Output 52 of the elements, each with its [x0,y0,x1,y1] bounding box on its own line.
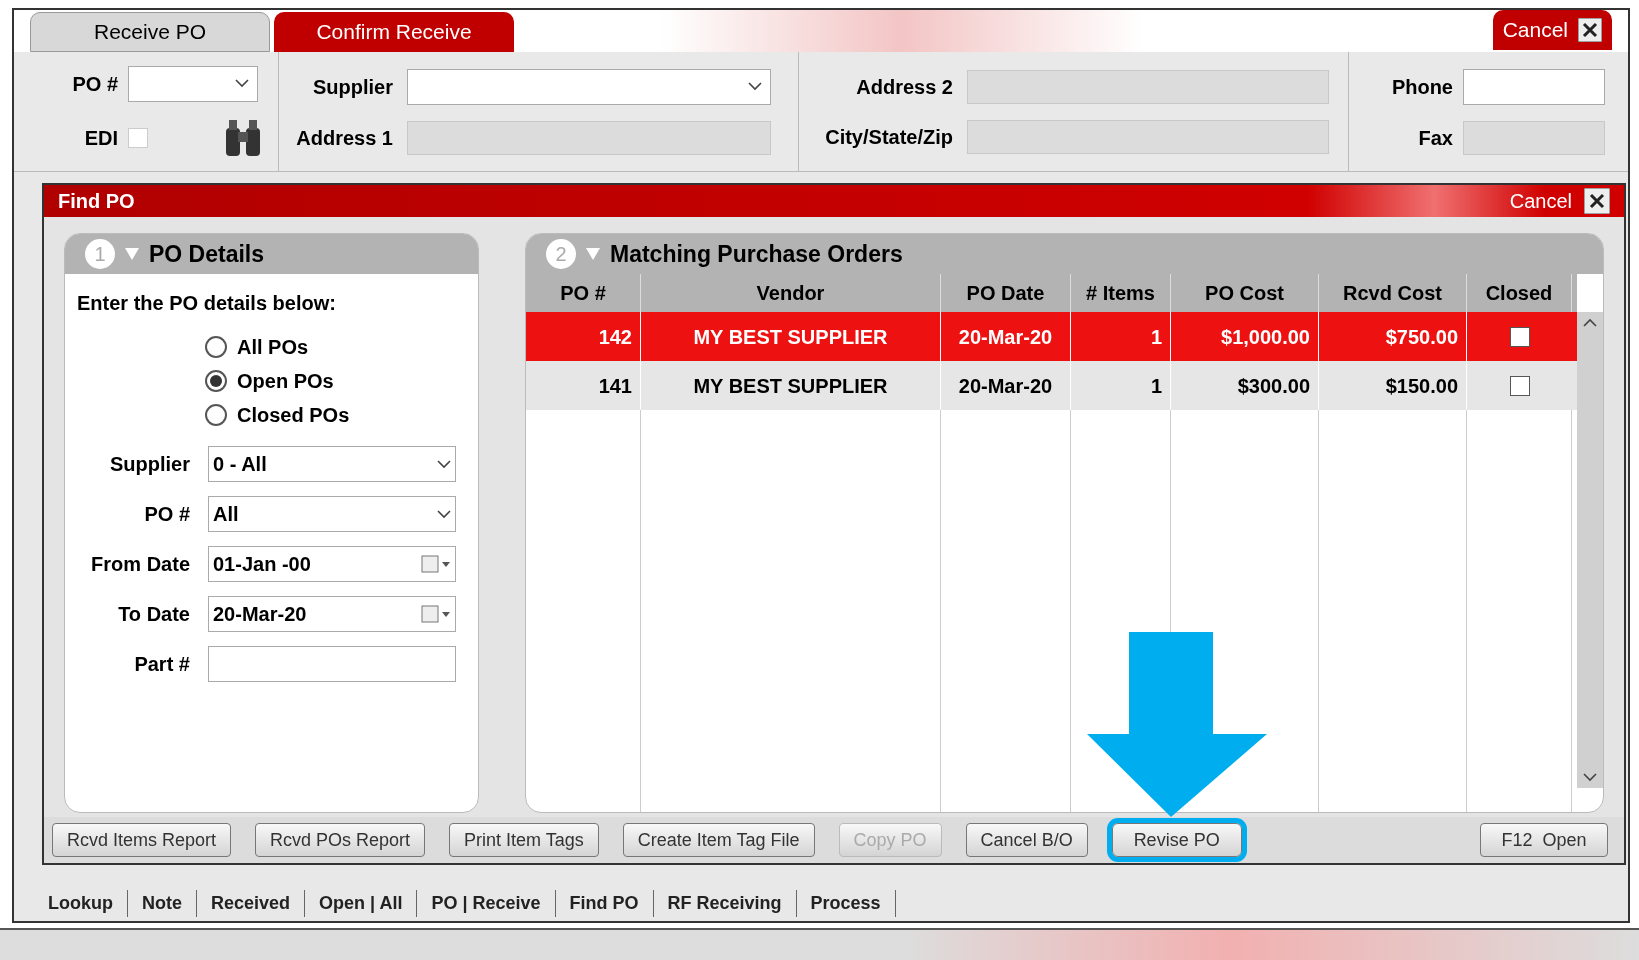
panel-title: Matching Purchase Orders [610,239,903,269]
toolbar-button[interactable]: Rcvd Items Report [52,823,232,858]
field-label: To Date [117,602,190,628]
step-number: 2 [546,239,576,270]
table-cell: $150.00 [1319,361,1467,411]
field-label: Address 1 [295,125,393,151]
dropdown[interactable]: 0 - All [208,446,456,483]
toolbar-button[interactable]: Create Item Tag File [622,823,815,858]
field-label: From Date [90,552,190,578]
table-cell: MY BEST SUPPLIER [641,361,941,411]
table-cell: 141 [526,361,641,411]
instructions: Enter the PO details below: [76,291,337,317]
toolbar-button[interactable]: Cancel B/O [965,823,1088,858]
table-cell: 20-Mar-20 [941,361,1071,411]
background-tab[interactable]: Lookup [34,890,128,917]
toolbar-button[interactable]: Rcvd POs Report [255,823,426,858]
table-cell: $300.00 [1171,361,1319,411]
field-label: Address 2 [855,74,953,100]
step-number: 1 [85,239,115,270]
background-tab[interactable]: Open | All [305,890,418,917]
field-label: PO # [71,71,118,97]
toolbar-button[interactable]: Print Item Tags [449,823,599,858]
field-label: City/State/Zip [824,124,953,150]
table-row[interactable]: 142 MY BEST SUPPLIER 20-Mar-20 1 $1,000.00 $750.00 [526,312,1577,362]
background-tab[interactable]: Find PO [555,890,654,917]
radio-option[interactable]: All POs [205,332,478,363]
tab[interactable]: Receive PO [30,12,270,52]
background-tab[interactable]: Received [197,890,306,917]
dialog-cancel-button[interactable]: Cancel [1509,186,1572,217]
table-row[interactable]: 141 MY BEST SUPPLIER 20-Mar-20 1 $300.00 $150.00 [526,361,1577,411]
field-label: Supplier [312,74,393,100]
field-label: Supplier [109,452,190,478]
radio-option[interactable]: Open POs [205,366,478,397]
radio-option[interactable]: Closed POs [205,400,478,431]
background-tab[interactable]: PO | Receive [417,890,556,917]
background-tab[interactable]: Process [796,890,896,917]
tab[interactable]: Confirm Receive [274,12,514,52]
field-label: Phone [1390,74,1453,100]
field-label: EDI [83,125,118,151]
date-field[interactable]: 20-Mar-20 [208,596,456,633]
dialog-title: Find PO [58,189,136,215]
date-field[interactable]: 01-Jan -00 [208,546,456,583]
dropdown[interactable]: All [208,496,456,533]
field-label: PO # [143,502,190,528]
background-tab[interactable]: Note [128,890,197,917]
field-label: Part # [133,652,190,678]
open-button[interactable]: F12 Open [1480,823,1608,858]
cancel-button[interactable]: Cancel [1492,10,1612,50]
background-tab[interactable]: RF Receiving [653,890,797,917]
table-cell: 1 [1071,361,1171,411]
panel-title: PO Details [149,239,265,269]
field-label: Fax [1417,125,1453,151]
